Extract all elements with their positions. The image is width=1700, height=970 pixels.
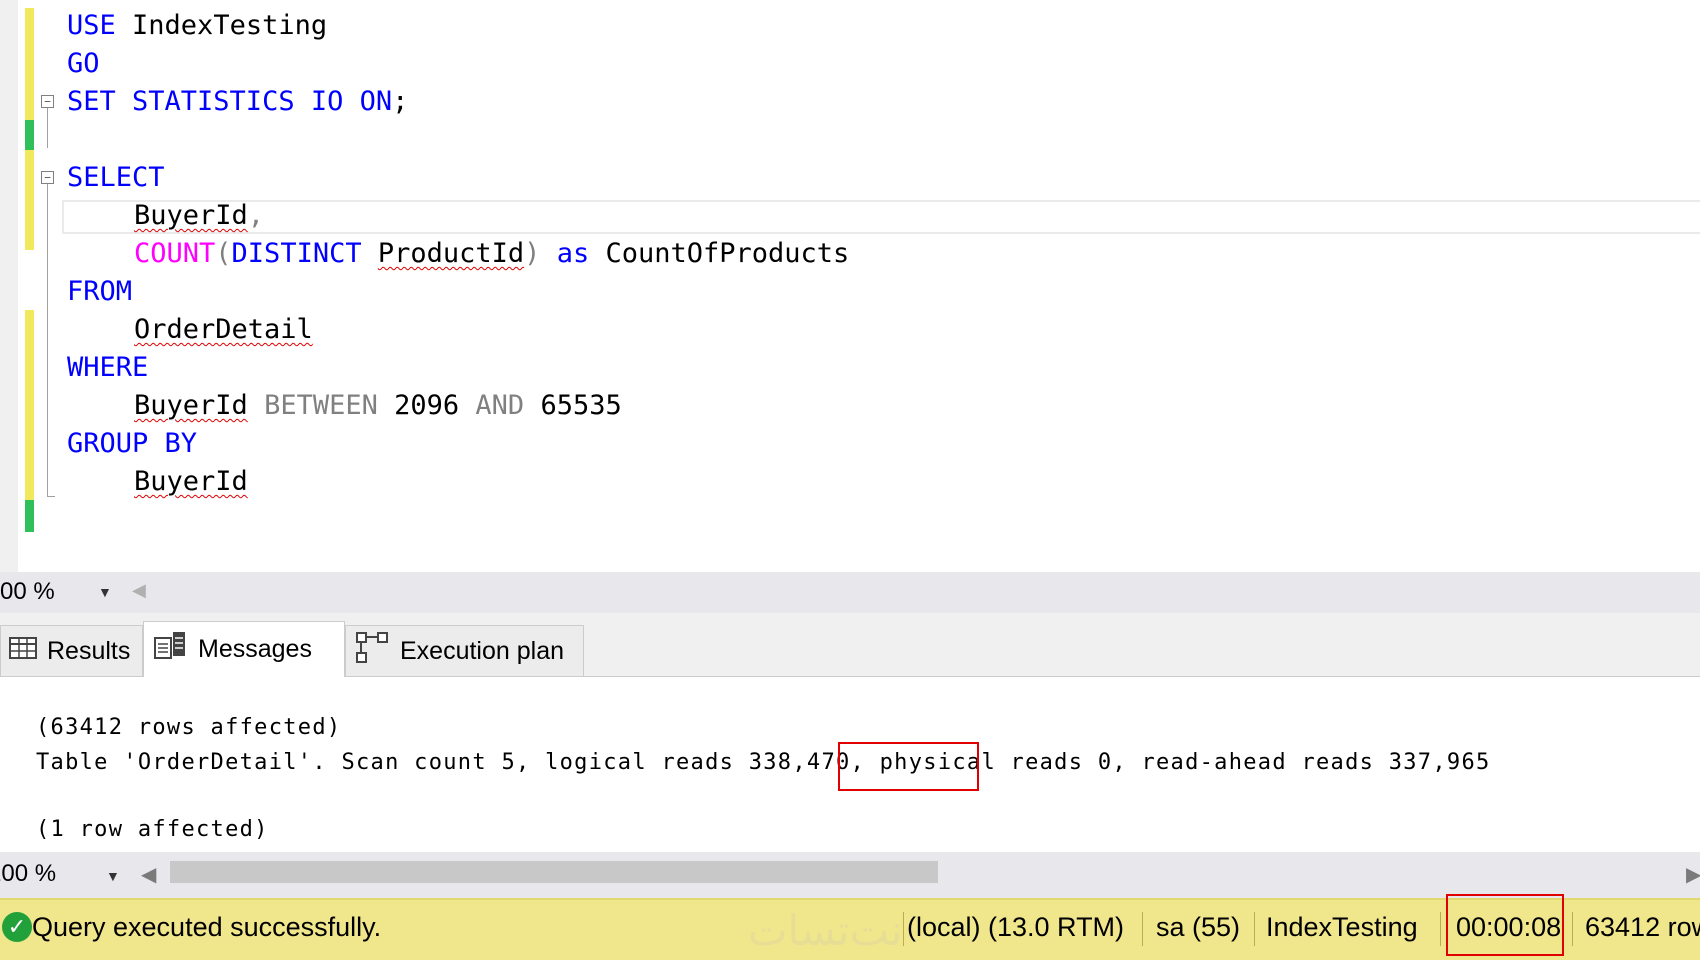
token-kw: FROM	[67, 276, 133, 307]
change-bar-saved	[25, 150, 34, 250]
token: 2096	[377, 390, 476, 421]
token-op: )	[524, 238, 541, 269]
code-line[interactable]: BuyerId	[134, 463, 248, 501]
tab-results[interactable]: Results	[0, 625, 143, 676]
status-separator	[1440, 912, 1441, 946]
token-fn: COUNT	[134, 238, 216, 269]
token-kw: WHERE	[67, 352, 149, 383]
scroll-left-icon[interactable]: ◀	[132, 580, 146, 601]
results-tabs: Results Messages Execution plan	[0, 613, 1700, 677]
token-kw: GO	[67, 48, 100, 79]
token-kw: SELECT	[67, 162, 165, 193]
watermark-logo: نت‌تسات	[748, 906, 903, 955]
scroll-left-icon[interactable]: ◀	[141, 862, 156, 887]
fold-end	[47, 496, 55, 497]
message-statistics: Table 'OrderDetail'. Scan count 5, logic…	[36, 750, 1491, 775]
code-line[interactable]: SELECT	[67, 159, 165, 197]
code-line[interactable]: FROM	[67, 273, 132, 311]
change-bar-unsaved	[25, 120, 34, 150]
code-line[interactable]: USE IndexTesting	[67, 7, 327, 45]
code-line[interactable]: GROUP BY	[67, 425, 197, 463]
logical-reads-highlight	[838, 742, 979, 791]
status-divider	[0, 898, 1700, 900]
messages-icon	[152, 630, 188, 669]
scroll-right-icon[interactable]: ▶	[1686, 862, 1700, 887]
status-user: sa (55)	[1156, 912, 1241, 942]
status-separator	[1142, 912, 1143, 946]
status-message: Query executed successfully.	[32, 912, 382, 942]
token-kw: USE	[67, 10, 116, 41]
current-line-highlight	[62, 200, 1700, 234]
grid-icon	[9, 636, 37, 667]
logical-reads-value: 338,470	[734, 750, 851, 775]
status-server: (local) (13.0 RTM)	[907, 912, 1125, 942]
code-line[interactable]: WHERE	[67, 349, 148, 387]
status-database: IndexTesting	[1266, 912, 1418, 942]
token: OrderDetail	[134, 314, 313, 345]
success-check-icon: ✓	[2, 912, 32, 942]
zoom-level[interactable]: 100 %	[0, 860, 56, 888]
token: ;	[392, 86, 409, 117]
token-kw: GROUP BY	[67, 428, 198, 459]
change-bar-unsaved	[25, 500, 34, 532]
code-line[interactable]: GO	[67, 45, 100, 83]
token: BuyerId	[134, 466, 248, 497]
code-line[interactable]: BuyerId,	[134, 197, 264, 235]
fold-guide	[47, 108, 48, 148]
code-line[interactable]: SET STATISTICS IO ON;	[67, 83, 408, 121]
status-separator	[1572, 912, 1573, 946]
statistics-prefix: Table 'OrderDetail'. Scan count 5, logic…	[36, 750, 735, 775]
token: BuyerId	[134, 390, 248, 421]
chevron-down-icon[interactable]: ▼	[98, 584, 112, 600]
code-line[interactable]: COUNT(DISTINCT ProductId) as CountOfProd…	[134, 235, 849, 273]
zoom-level[interactable]: 00 %	[0, 578, 55, 606]
chevron-down-icon[interactable]: ▼	[106, 868, 120, 884]
token-op: (	[215, 238, 232, 269]
code-line[interactable]: OrderDetail	[134, 311, 313, 349]
token: 65535	[524, 390, 622, 421]
token: ProductId	[377, 238, 525, 269]
tab-execution-plan[interactable]: Execution plan	[345, 625, 584, 676]
status-row-count: 63412 row	[1585, 912, 1700, 942]
query-editor[interactable]: − − USE IndexTesting GO SET STATISTICS IO …	[0, 0, 1700, 572]
editor-zoom-bar: 00 % ▼ ◀	[0, 572, 1700, 613]
status-separator	[903, 912, 904, 946]
token-kw: SET STATISTICS IO ON	[67, 86, 393, 117]
status-separator	[1254, 912, 1255, 946]
collapse-icon[interactable]: −	[41, 171, 54, 184]
token-op: ,	[247, 200, 265, 231]
token: CountOfProducts	[589, 238, 850, 269]
token-kw: DISTINCT	[231, 238, 362, 269]
status-bar: ✓ Query executed successfully. نت‌تسات (…	[0, 898, 1700, 960]
tab-label: Messages	[198, 635, 312, 663]
tab-label: Execution plan	[400, 636, 565, 665]
token: IndexTesting	[115, 10, 328, 41]
change-bar-saved	[25, 310, 34, 500]
horizontal-scrollbar-thumb[interactable]	[170, 861, 938, 883]
token-op: BETWEEN	[264, 390, 378, 421]
token-kw: as	[556, 238, 590, 269]
code-line[interactable]: BuyerId BETWEEN 2096 AND 65535	[134, 387, 622, 425]
execution-plan-icon	[354, 631, 390, 672]
token: BuyerId	[134, 200, 248, 231]
fold-guide	[47, 184, 48, 496]
tab-messages[interactable]: Messages	[143, 621, 345, 677]
token-op: AND	[475, 390, 525, 421]
collapse-icon[interactable]: −	[41, 95, 54, 108]
elapsed-time-highlight	[1446, 894, 1564, 956]
message-rows-affected: (63412 rows affected)	[36, 715, 342, 740]
change-bar-saved	[25, 8, 34, 120]
message-row-affected: (1 row affected)	[36, 817, 269, 842]
tab-label: Results	[47, 636, 131, 665]
editor-margin	[0, 0, 18, 572]
